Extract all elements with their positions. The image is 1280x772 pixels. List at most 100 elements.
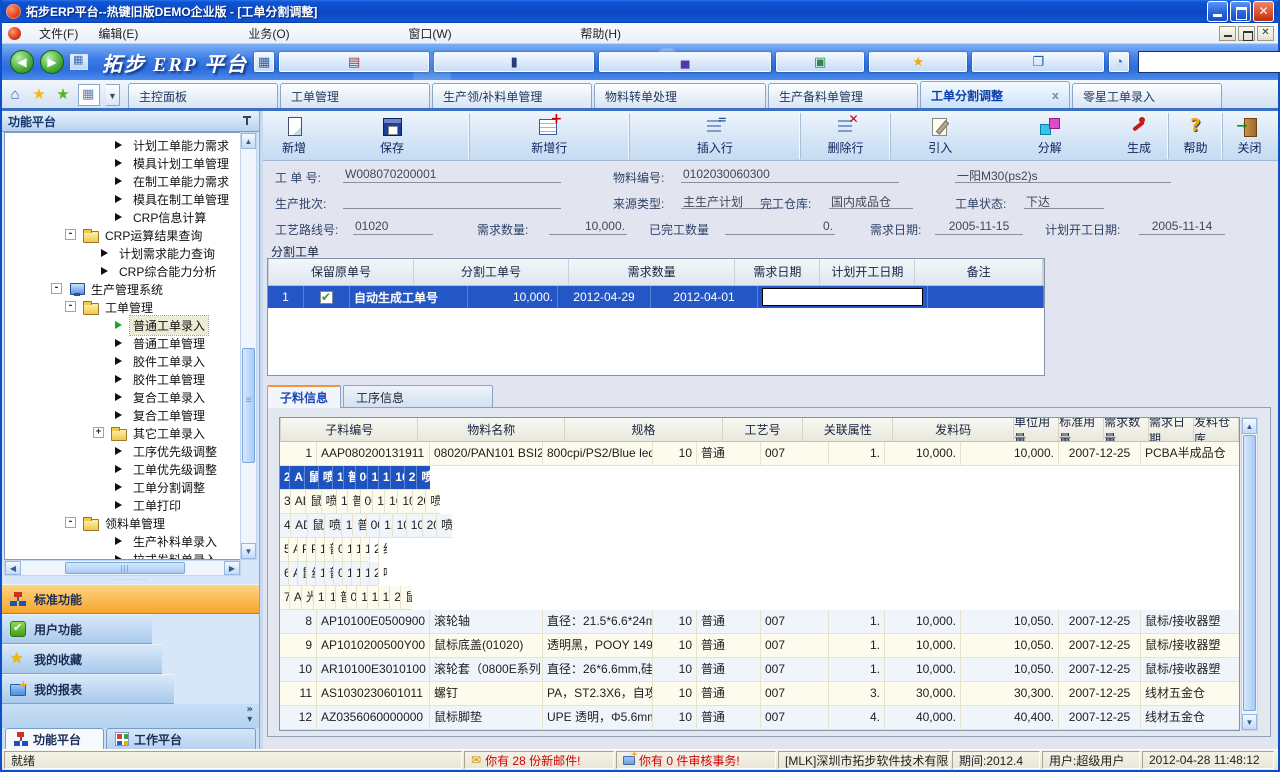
tree-item[interactable]: 工序优先级调整 [5, 442, 240, 460]
back-button[interactable]: ◀ [10, 50, 34, 74]
work-order-no-field[interactable]: W008070200001 [343, 167, 561, 183]
column-header[interactable]: 需求数量 [569, 259, 735, 285]
required-date-field[interactable]: 2005-11-15 [935, 219, 1023, 235]
scroll-down-button[interactable]: ▼ [241, 543, 256, 559]
menu-item[interactable]: 帮助(H) [570, 23, 658, 44]
image-icon[interactable] [776, 52, 864, 72]
column-header[interactable]: 发料仓库 [1194, 418, 1239, 441]
layout-icon[interactable] [70, 54, 88, 70]
favorites-icon[interactable]: ★ [30, 86, 48, 104]
tree-item[interactable]: CRP信息计算 [5, 208, 111, 226]
column-header[interactable]: 计划开工日期 [820, 259, 915, 285]
tree-item[interactable]: 普通工单录入 [5, 316, 240, 334]
completed-qty-field[interactable]: 0. [725, 219, 835, 235]
滚轮轴[interactable]: 8 AP10100E0500900 滚轮轴 直径：21.5*6.6*24mm 1… [280, 610, 1239, 634]
鼠标底盖(01020)[interactable]: 9 AP1010200500Y00 鼠标底盖(01020) 透明黑，POOY 1… [280, 634, 1239, 658]
menu-item[interactable]: 业务(O) [238, 23, 398, 44]
tree-item[interactable]: 胶件工单管理 [5, 370, 240, 388]
scroll-down-button[interactable]: ▼ [1242, 714, 1257, 730]
tree-item[interactable]: 复合工单录入 [5, 388, 240, 406]
tree-item[interactable]: - CRP运算结果查询 [5, 226, 103, 244]
expand-toggle[interactable]: + [93, 427, 104, 438]
鼠标中框（08020）[interactable]: 4 AD1010200400500 鼠标中框（08020） 喷油：两侧为哑黑，(… [280, 514, 452, 538]
column-header[interactable]: 需求日期 [1149, 418, 1194, 441]
sidebar-horizontal-scrollbar[interactable]: ◀ ▶ [4, 560, 241, 576]
remark-input[interactable] [762, 288, 923, 306]
home-tab-icon[interactable]: ⌂ [6, 86, 24, 104]
tree-item[interactable]: 拉式发料单录入 [5, 550, 240, 560]
tree-item[interactable]: 工单优先级调整 [5, 460, 240, 478]
螺钉[interactable]: 11 AS1030230601011 螺钉 PA，ST2.3X6，自攻尖 10 … [280, 682, 1239, 706]
column-header[interactable]: 需求日期 [735, 259, 820, 285]
menu-item[interactable]: 文件(F) [29, 23, 88, 44]
expand-toggle[interactable]: - [65, 301, 76, 312]
tree-item[interactable]: 工单打印 [5, 496, 240, 514]
tab-work-order-split[interactable]: 工单分割调整 x [920, 81, 1070, 108]
tree-item[interactable]: 工单分割调整 [5, 478, 240, 496]
restore-button[interactable] [1230, 1, 1251, 22]
column-header[interactable]: 分割工单号 [414, 259, 569, 285]
mdi-restore-button[interactable] [1238, 26, 1255, 41]
split-order-row[interactable]: 1 自动生成工单号 10,000. 2012-04-29 2012-04-01 [268, 286, 1044, 308]
expand-toggle[interactable]: - [51, 283, 62, 294]
add-favorite-icon[interactable]: ★ [54, 86, 72, 104]
close-window-button[interactable] [1253, 1, 1274, 22]
tab-function-platform[interactable]: 功能平台 [5, 728, 104, 749]
save-button[interactable]: 保存 [319, 113, 465, 159]
scroll-right-button[interactable]: ▶ [224, 561, 240, 575]
quick-command-input[interactable] [1138, 51, 1280, 73]
warehouse-field[interactable]: 国内成品仓 [829, 193, 913, 209]
menu-item[interactable]: 编辑(E) [88, 23, 238, 44]
column-header[interactable]: 单位用量 [1014, 418, 1059, 441]
add-row-button[interactable]: 新增行 [469, 113, 625, 159]
mdi-close-button[interactable] [1257, 26, 1274, 41]
scroll-up-button[interactable]: ▲ [1242, 418, 1257, 434]
tree-item[interactable]: CRP综合能力分析 [5, 262, 240, 280]
column-header[interactable] [1043, 259, 1044, 285]
tab-misc-work-order[interactable]: 零星工单录入 x [1072, 83, 1222, 108]
column-header[interactable]: 保留原单号 [269, 259, 414, 285]
close-button[interactable]: 关闭 [1222, 113, 1272, 159]
panel-user-functions[interactable]: 用户功能 [2, 614, 152, 644]
import-button[interactable]: 引入 [890, 113, 986, 159]
column-header[interactable]: 备注 [915, 259, 1043, 285]
光学透镜[interactable]: 7 AL1080000000000 光学透镜 16X30.5mm(唐鼎:4# E… [280, 586, 412, 610]
batch-field[interactable] [343, 193, 561, 209]
forward-button[interactable]: ▶ [40, 50, 64, 74]
PS/2公插线(带SR1)[interactable]: 5 AEWP1H3BE002500 PS/2公插线(带SR1) PS/2Blac… [280, 538, 368, 562]
tab-list-dropdown-icon[interactable]: ▼ [106, 84, 120, 106]
鼠标按键左（0802[interactable]: 2 AD1010200200500 鼠标按键左（0802 喷油：哑黑，色卡号 1… [280, 466, 430, 490]
column-header[interactable]: 物料名称 [418, 418, 565, 441]
pin-icon[interactable] [241, 115, 253, 127]
column-header[interactable]: 需求数量 [1104, 418, 1149, 441]
tree-item[interactable]: 生产补料单录入 [5, 532, 240, 550]
scrollbar-thumb[interactable] [1243, 435, 1256, 711]
鼠标脚垫[interactable]: 12 AZ0356060000000 鼠标脚垫 UPE 透明，Φ5.6mm， 1… [280, 706, 1239, 730]
column-header[interactable]: 子料编号 [281, 418, 418, 441]
tab-material-requisition[interactable]: 生产领/补料单管理 x [432, 83, 592, 108]
tree-item[interactable]: 计划工单能力需求 [5, 136, 240, 154]
planned-start-field[interactable]: 2005-11-14 [1139, 219, 1225, 235]
order-status-field[interactable]: 下达 [1024, 193, 1104, 209]
panel-my-favorites[interactable]: 我的收藏 [2, 644, 162, 674]
tree-item[interactable]: 模具计划工单管理 [5, 154, 155, 172]
keep-original-checkbox[interactable] [320, 291, 333, 304]
tab-work-platform[interactable]: 工作平台 [106, 728, 256, 749]
column-header[interactable]: 规格 [565, 418, 723, 441]
tree-item[interactable]: 复合工单管理 [5, 406, 240, 424]
material-no-field[interactable]: 0102030060300 [681, 167, 899, 183]
鼠标上盖(哑黑)[interactable]: 6 AG1010200060300 鼠标上盖(哑黑) 丝印：“一阳科技” 10 … [280, 562, 378, 586]
calendar-icon[interactable] [279, 52, 429, 72]
close-tab-icon[interactable]: x [1038, 89, 1059, 102]
insert-row-button[interactable]: 插入行 [629, 113, 796, 159]
menu-item[interactable]: 窗口(W) [398, 23, 570, 44]
more-options-icon[interactable]: »▾ [247, 705, 253, 725]
material-name-field[interactable]: 一阳M30(ps2)s [955, 167, 1171, 183]
new-button[interactable]: 新增 [269, 113, 319, 159]
tree-item[interactable]: - 生产管理系统 [5, 280, 240, 298]
鼠标按键右（08020[interactable]: 3 AD1010200300500 鼠标按键右（08020 喷油：哑黑色，色卡 … [280, 490, 440, 514]
tree-item[interactable]: 普通工单管理 [5, 334, 240, 352]
book-icon[interactable] [434, 52, 594, 72]
column-header[interactable]: 关联属性 [803, 418, 893, 441]
panel-my-reports[interactable]: 我的报表 [2, 674, 174, 704]
